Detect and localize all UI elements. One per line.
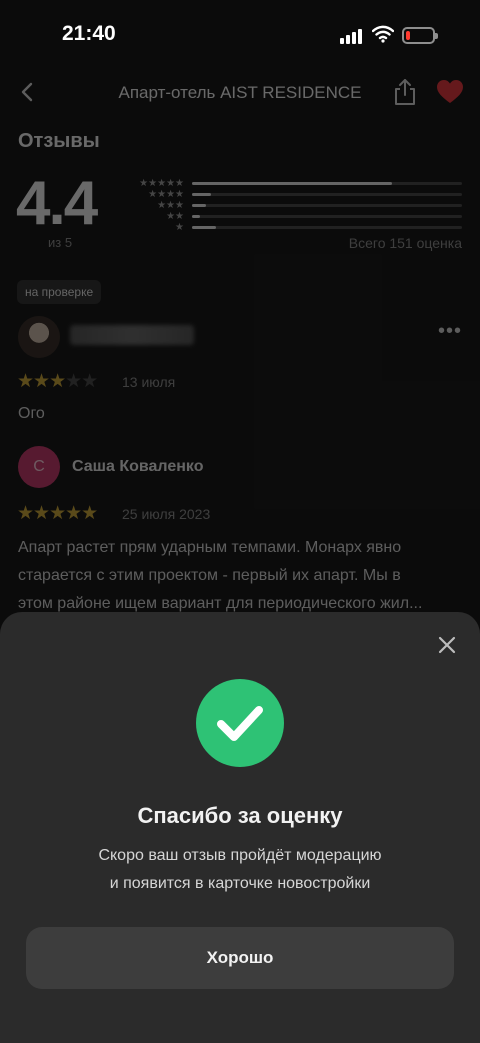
avatar [18,316,60,358]
distribution-stars: ★ [175,222,184,233]
distribution-bar [192,193,462,196]
more-options-icon[interactable]: ••• [438,320,462,343]
distribution-stars: ★★ [166,211,184,222]
average-rating: 4.4 [16,169,98,238]
battery-icon [402,27,438,44]
distribution-stars: ★★★ [157,200,184,211]
blurred-author-name [70,325,194,345]
avatar: С [18,446,60,488]
reviews-section-title: Отзывы [18,130,100,152]
success-check-icon [196,679,284,767]
sheet-title: Спасибо за оценку [137,803,343,828]
ok-button[interactable]: Хорошо [26,927,454,989]
distribution-stars: ★★★★★ [139,178,184,189]
sheet-message-line: Скоро ваш отзыв пройдёт модерацию [98,847,382,864]
distribution-row: ★★★ [120,200,464,211]
review-date: 25 июля 2023 [122,506,211,522]
review-stars: ★★★★★ [17,371,98,392]
total-ratings-count: Всего 151 оценка [348,235,462,251]
rating-scale-label: из 5 [48,235,73,250]
distribution-stars: ★★★★ [148,189,184,200]
distribution-bar [192,226,462,229]
rating-distribution: ★★★★★ ★★★★ ★★★ ★★ ★ [120,178,464,233]
distribution-bar [192,215,462,218]
screen: Апарт-отель AIST RESIDENCE Отзывы 4.4 из… [0,0,480,1043]
status-bar: 21:40 [0,0,480,70]
review-author-name: Саша Коваленко [72,458,204,475]
distribution-row: ★★ [120,211,464,222]
share-icon[interactable] [393,78,417,106]
cellular-signal-icon [340,28,362,44]
status-time: 21:40 [62,22,116,45]
rating-thanks-sheet: Спасибо за оценку Скоро ваш отзыв пройдё… [0,612,480,1043]
sheet-message-line: и появится в карточке новостройки [109,875,371,892]
review-stars: ★★★★★ [17,503,98,524]
distribution-row: ★★★★ [120,189,464,200]
distribution-bar [192,182,462,185]
distribution-row: ★★★★★ [120,178,464,189]
review-text: Ого [18,405,45,422]
distribution-bar [192,204,462,207]
review-text-line: Апарт растет прям ударным темпами. Монар… [18,539,402,556]
favorite-heart-icon[interactable] [436,79,464,105]
review-text[interactable]: Апарт растет прям ударным темпами. Монар… [18,534,468,618]
review-date: 13 июля [122,374,176,390]
close-icon[interactable] [434,632,460,658]
moderation-badge: на проверке [17,280,102,304]
header: Апарт-отель AIST RESIDENCE [0,70,480,116]
sheet-message: Скоро ваш отзыв пройдёт модерацию и появ… [40,842,440,898]
distribution-row: ★ [120,222,464,233]
review-text-line: старается с этим проектом - первый их ап… [18,567,401,584]
wifi-icon [372,25,394,43]
